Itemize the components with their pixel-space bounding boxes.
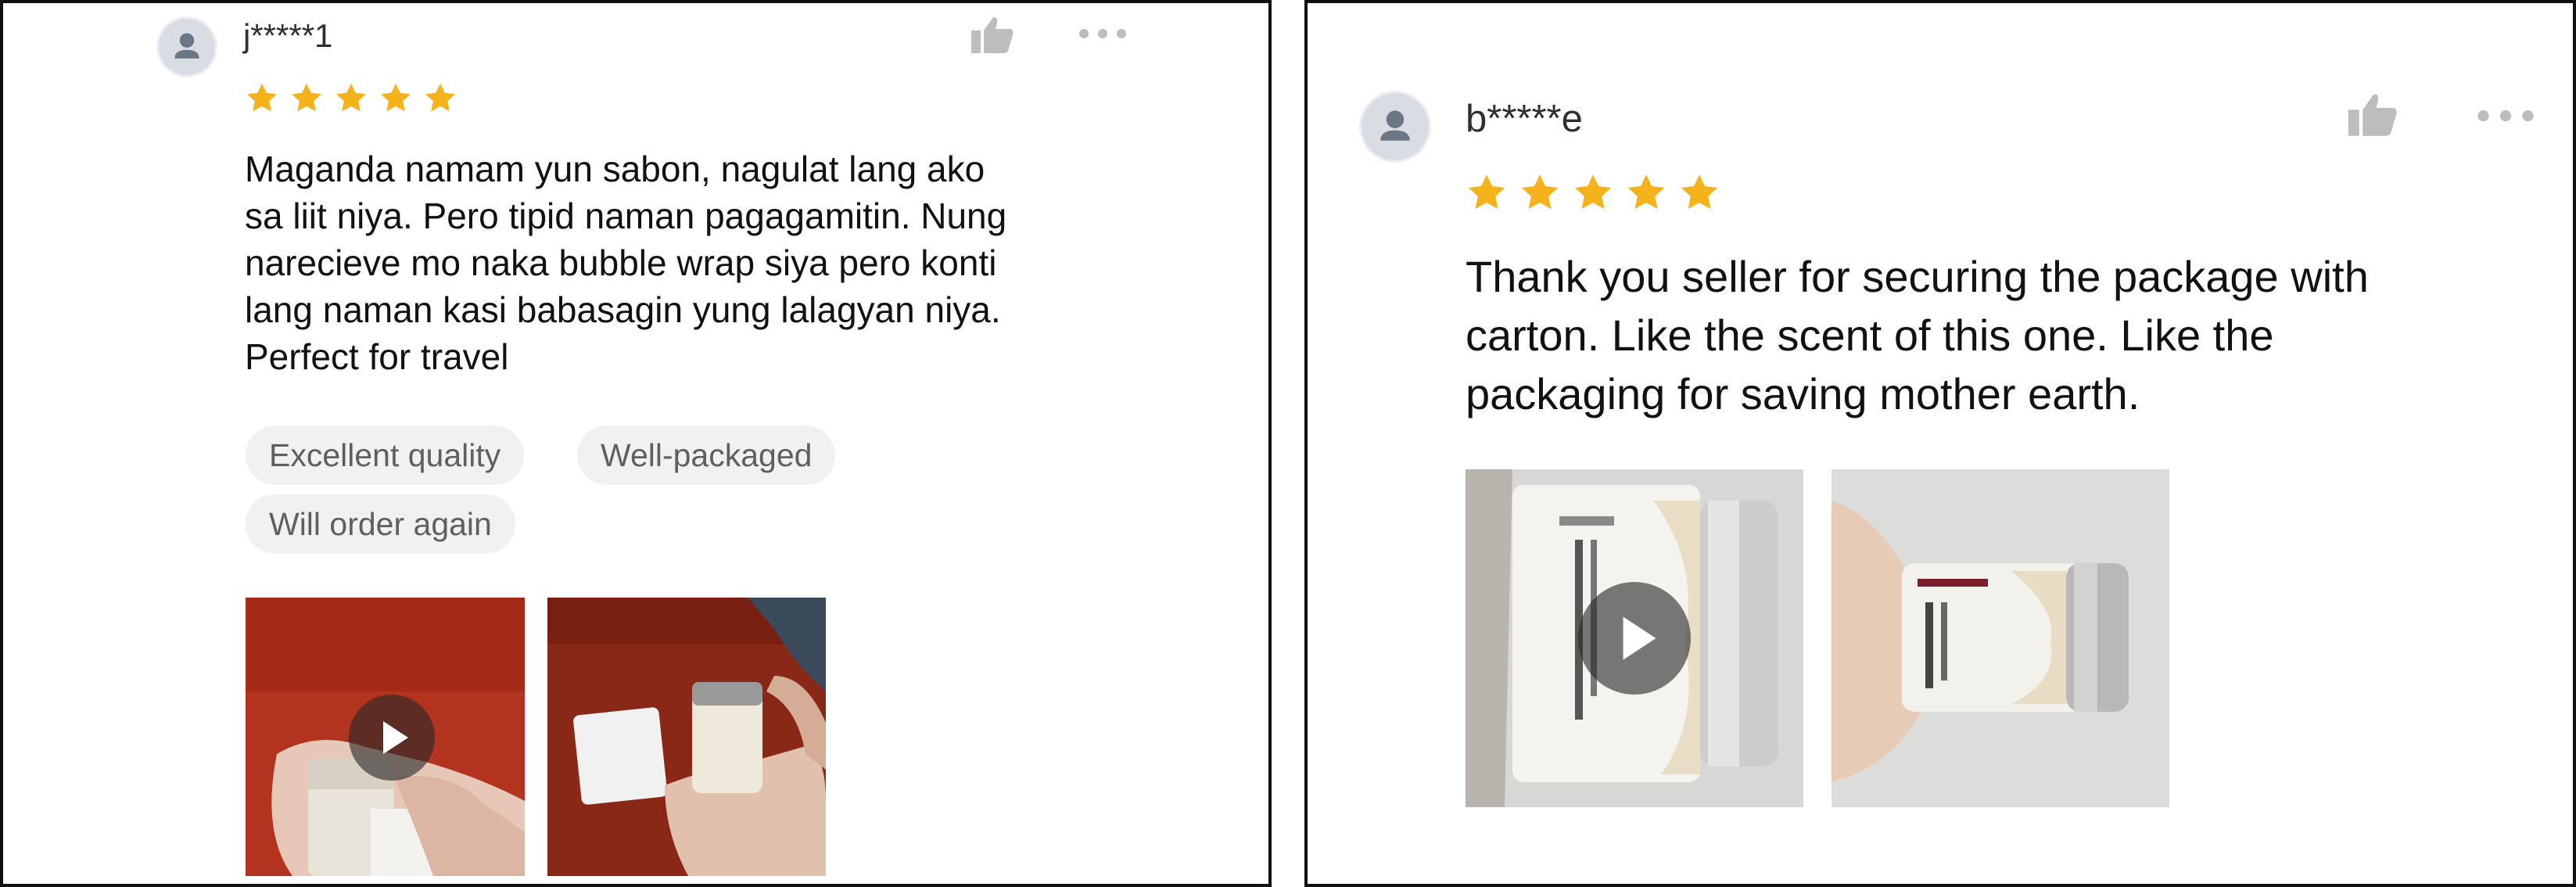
review-text-line: sa liit niya. Pero tipid naman pagagamit… — [245, 196, 1007, 236]
star-icon — [1521, 174, 1559, 210]
avatar[interactable] — [1359, 91, 1431, 163]
play-button[interactable] — [349, 695, 435, 781]
thumbs-up-icon — [2348, 94, 2397, 136]
review-photo-thumbnail[interactable] — [547, 598, 826, 876]
review-text-line: lang naman kasi babasagin yung lalagyan … — [245, 289, 1001, 330]
star-icon — [1574, 174, 1612, 210]
star-rating — [245, 81, 457, 116]
star-icon — [292, 83, 321, 112]
thumbs-up-icon — [971, 16, 1014, 53]
reviewer-name: j*****1 — [243, 17, 333, 54]
review-text: Thank you seller for securing the packag… — [1466, 247, 2369, 423]
star-icon — [1681, 174, 1718, 210]
review-photo-thumbnail[interactable] — [1832, 469, 2169, 807]
product-photo — [1832, 469, 2169, 807]
review-card: b*****e Thank you seller for securing th… — [1304, 0, 2576, 887]
more-dots-icon — [2477, 110, 2534, 122]
star-icon — [1468, 174, 1505, 210]
star-icon — [425, 83, 455, 112]
star-icon — [247, 83, 277, 112]
user-icon — [174, 33, 199, 59]
star-rating — [1466, 172, 1720, 214]
star-icon — [381, 83, 411, 112]
review-video-thumbnail[interactable] — [246, 598, 525, 876]
user-icon — [1380, 110, 1410, 141]
review-card: j*****1 Maganda namam yun sabon, nagulat… — [0, 0, 1272, 887]
tag-well-packaged: Well-packaged — [577, 426, 836, 485]
product-photo — [547, 598, 826, 876]
more-options-button[interactable] — [1078, 27, 1128, 41]
review-text-line: Perfect for travel — [245, 336, 509, 377]
review-text-line: Thank you seller for securing the packag… — [1466, 252, 2369, 301]
play-icon — [383, 721, 408, 754]
review-text-line: narecieve mo naka bubble wrap siya pero … — [245, 242, 997, 283]
more-options-button[interactable] — [2476, 107, 2535, 124]
tag-excellent-quality: Excellent quality — [246, 426, 525, 485]
avatar[interactable] — [156, 16, 217, 77]
star-icon — [336, 83, 366, 112]
reviewer-name: b*****e — [1466, 98, 1583, 140]
review-video-thumbnail[interactable] — [1466, 469, 1803, 807]
tag-will-order-again: Will order again — [246, 494, 515, 554]
review-text: Maganda namam yun sabon, nagulat lang ak… — [245, 145, 1006, 380]
star-icon — [1627, 174, 1665, 210]
review-text-line: carton. Like the scent of this one. Like… — [1466, 311, 2274, 360]
play-button[interactable] — [1578, 582, 1691, 695]
play-icon — [1623, 616, 1656, 660]
review-text-line: packaging for saving mother earth. — [1466, 369, 2140, 418]
like-button[interactable] — [2346, 91, 2399, 138]
review-text-line: Maganda namam yun sabon, nagulat lang ak… — [245, 149, 985, 189]
more-dots-icon — [1079, 29, 1126, 38]
like-button[interactable] — [970, 14, 1015, 55]
